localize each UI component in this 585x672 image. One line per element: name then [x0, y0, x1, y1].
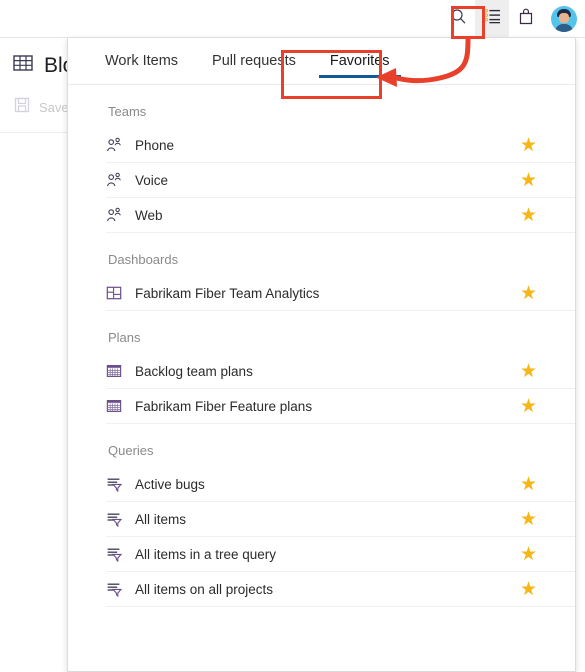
bag-icon	[518, 8, 534, 30]
section-rows-teams: Phone ★ Voice ★ Web ★	[68, 128, 575, 233]
favorite-star-icon[interactable]: ★	[520, 136, 537, 155]
favorite-star-icon[interactable]: ★	[520, 171, 537, 190]
favorite-star-icon[interactable]: ★	[520, 397, 537, 416]
favorite-row[interactable]: Backlog team plans ★	[106, 354, 575, 389]
team-people-icon	[106, 137, 128, 153]
marketplace-button[interactable]	[509, 0, 543, 37]
favorite-row-label: Backlog team plans	[135, 363, 253, 379]
dashboard-grid-icon	[106, 285, 128, 301]
favorite-star-icon[interactable]: ★	[520, 475, 537, 494]
section-header-queries: Queries	[108, 443, 154, 458]
tab-favorites[interactable]: Favorites	[318, 38, 401, 84]
avatar-button[interactable]	[543, 0, 585, 37]
favorite-row[interactable]: Active bugs ★	[106, 467, 575, 502]
query-filter-icon	[106, 511, 128, 527]
favorite-row[interactable]: Voice ★	[106, 163, 575, 198]
plan-calendar-icon	[106, 398, 128, 414]
favorites-button[interactable]	[475, 0, 509, 37]
tab-label: Work Items	[105, 53, 179, 69]
section-rows-plans: Backlog team plans ★ Fabrikam Fiber Featur…	[68, 354, 575, 424]
top-navigation-bar	[0, 0, 585, 38]
avatar-face	[559, 12, 569, 23]
favorite-row-label: Fabrikam Fiber Team Analytics	[135, 285, 320, 301]
favorite-star-icon[interactable]: ★	[520, 545, 537, 564]
query-filter-icon	[106, 581, 128, 597]
favorite-row-label: All items in a tree query	[135, 546, 277, 562]
favorite-row-label: Web	[135, 207, 163, 223]
favorite-star-icon[interactable]: ★	[520, 284, 537, 303]
favorites-flyout-panel: Work Items Pull requests Favorites Teams Ph…	[67, 38, 576, 672]
tab-work-items[interactable]: Work Items	[94, 38, 189, 84]
favorite-row-label: All items on all projects	[135, 581, 274, 597]
avatar-body	[555, 23, 573, 32]
plan-calendar-icon	[106, 363, 128, 379]
favorite-star-icon[interactable]: ★	[520, 580, 537, 599]
section-header-plans: Plans	[108, 330, 141, 345]
section-header-dashboards: Dashboards	[108, 252, 179, 267]
section-header-teams: Teams	[108, 104, 147, 119]
favorite-row-label: Fabrikam Fiber Feature plans	[135, 398, 313, 414]
favorite-row[interactable]: Web ★	[106, 198, 575, 233]
favorite-row[interactable]: Phone ★	[106, 128, 575, 163]
avatar	[551, 5, 577, 32]
section-rows-queries: Active bugs ★ All items ★ All items in a tre…	[68, 467, 575, 607]
favorite-star-icon[interactable]: ★	[520, 206, 537, 225]
tab-pull-requests[interactable]: Pull requests	[201, 38, 307, 84]
tab-label: Pull requests	[212, 53, 296, 69]
favorite-row[interactable]: Fabrikam Fiber Team Analytics ★	[106, 276, 575, 311]
favorite-star-icon[interactable]: ★	[520, 510, 537, 529]
favorites-list: Teams Phone ★ Voice ★ Web ★ Dashboards Fabrikam …	[68, 85, 575, 671]
board-table-icon	[12, 52, 34, 79]
favorite-row-label: Phone	[135, 137, 175, 153]
favorite-row[interactable]: Fabrikam Fiber Feature plans ★	[106, 389, 575, 424]
search-button[interactable]	[441, 0, 475, 37]
save-label: Save	[39, 100, 69, 115]
save-disk-icon	[14, 97, 30, 118]
favorites-icon	[483, 8, 501, 29]
query-filter-icon	[106, 546, 128, 562]
favorite-star-icon[interactable]: ★	[520, 362, 537, 381]
search-icon	[450, 8, 467, 30]
favorite-row[interactable]: All items ★	[106, 502, 575, 537]
favorite-row-label: All items	[135, 511, 187, 527]
favorite-row-label: Active bugs	[135, 476, 205, 492]
query-filter-icon	[106, 476, 128, 492]
favorite-row[interactable]: All items in a tree query ★	[106, 537, 575, 572]
section-rows-dashboards: Fabrikam Fiber Team Analytics ★	[68, 276, 575, 311]
team-people-icon	[106, 172, 128, 188]
panel-tab-bar: Work Items Pull requests Favorites	[68, 38, 575, 85]
favorite-row-label: Voice	[135, 172, 169, 188]
favorite-row[interactable]: All items on all projects ★	[106, 572, 575, 607]
team-people-icon	[106, 207, 128, 223]
tab-label: Favorites	[329, 53, 390, 69]
